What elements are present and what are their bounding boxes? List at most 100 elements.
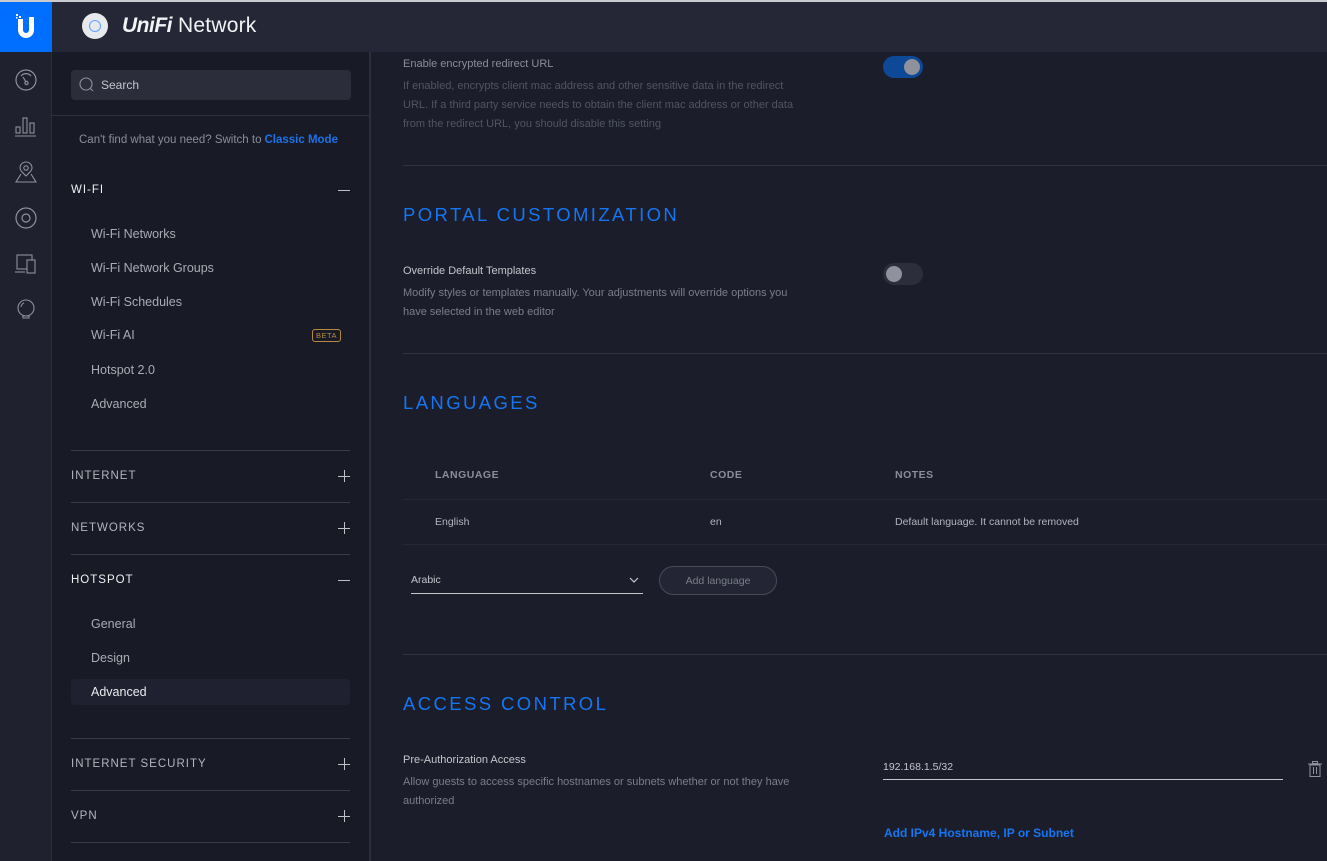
column-header-language: LANGUAGE [435,469,499,481]
divider [403,654,1327,655]
devices-circle-icon [15,207,37,229]
sidebar-item-wifi-network-groups[interactable]: Wi-Fi Network Groups [71,255,350,281]
group-networks[interactable]: NETWORKS [71,516,350,540]
section-title-access-control: ACCESS CONTROL [403,693,608,715]
column-header-code: CODE [710,469,742,481]
rail-map[interactable] [12,158,40,186]
trash-icon [1308,761,1322,777]
insights-bulb-icon [15,299,37,321]
sidebar-item-hotspot-general[interactable]: General [71,611,350,637]
sidebar-item-wifi-ai[interactable]: Wi-Fi AI BETA [71,322,350,348]
search-input[interactable] [101,78,341,92]
sidebar-item-label: Wi-Fi Networks [91,227,176,241]
section-title-languages: LANGUAGES [403,392,540,414]
group-internet[interactable]: INTERNET [71,464,350,488]
rail-clients[interactable] [12,250,40,278]
divider [71,450,350,451]
divider [403,165,1327,166]
divider [71,502,350,503]
section-title-portal-customization: PORTAL CUSTOMIZATION [403,204,679,226]
toggle-knob [904,59,920,75]
sidebar-item-hotspot-advanced[interactable]: Advanced [71,679,350,705]
rail-insights[interactable] [12,296,40,324]
sidebar-item-label: General [91,617,135,631]
language-select[interactable]: Arabic [411,567,643,594]
collapse-minus-icon [338,574,350,586]
table-divider [403,544,1327,545]
toggle-knob [886,266,902,282]
divider [71,790,350,791]
sidebar-item-label: Wi-Fi AI [91,328,135,342]
beta-badge: BETA [312,329,341,342]
main-content: Enable encrypted redirect URL If enabled… [371,52,1327,861]
group-label: VPN [71,810,98,822]
expand-plus-icon [338,522,350,534]
table-divider [403,499,1327,500]
clients-devices-icon [15,253,37,275]
sidebar-item-label: Wi-Fi Schedules [91,295,182,309]
sidebar-item-label: Hotspot 2.0 [91,363,155,377]
app-title-brand: UniFi [122,14,172,37]
group-label: INTERNET [71,470,137,482]
divider [52,115,369,116]
pre-authorization-description: Allow guests to access specific hostname… [403,773,803,811]
encrypted-redirect-title: Enable encrypted redirect URL [403,58,553,70]
group-wifi[interactable]: WI-FI [71,178,350,202]
classic-mode-link[interactable]: Classic Mode [264,134,338,146]
divider [71,554,350,555]
dashboard-gauge-icon [15,69,37,91]
pre-auth-entry-input[interactable] [883,756,1283,778]
add-ipv4-entry-link[interactable]: Add IPv4 Hostname, IP or Subnet [884,826,1074,840]
group-label: INTERNET SECURITY [71,758,207,770]
override-templates-title: Override Default Templates [403,265,536,277]
encrypted-redirect-toggle[interactable] [883,56,923,78]
rail-statistics[interactable] [12,112,40,140]
ubiquiti-u-logo-icon [13,13,39,41]
expand-plus-icon [338,810,350,822]
sidebar-item-wifi-schedules[interactable]: Wi-Fi Schedules [71,289,350,315]
pre-authorization-title: Pre-Authorization Access [403,754,526,766]
add-language-button[interactable]: Add language [659,566,777,595]
sidebar-item-wifi-networks[interactable]: Wi-Fi Networks [71,221,350,247]
map-pin-icon [15,161,37,183]
classic-mode-prompt: Can't find what you need? Switch toClass… [79,134,338,146]
ubiquiti-logo[interactable] [0,2,52,52]
rail-devices[interactable] [12,204,40,232]
divider [71,842,350,843]
code-cell: en [710,516,722,528]
icon-rail [0,52,52,861]
sidebar-item-hotspot-2[interactable]: Hotspot 2.0 [71,357,350,383]
sidebar-item-label: Advanced [91,685,147,699]
delete-entry-button[interactable] [1308,761,1322,777]
group-vpn[interactable]: VPN [71,804,350,828]
sidebar-item-label: Advanced [91,397,147,411]
statistics-bars-icon [15,115,37,137]
chevron-down-icon [629,577,639,583]
sidebar-item-label: Wi-Fi Network Groups [91,261,214,275]
column-header-notes: NOTES [895,469,934,481]
app-title: UniFi Network [122,14,256,38]
notes-cell: Default language. It cannot be removed [895,516,1079,528]
pre-auth-entry-field[interactable] [883,756,1283,780]
settings-sidebar: Can't find what you need? Switch toClass… [52,52,371,861]
sidebar-item-hotspot-design[interactable]: Design [71,645,350,671]
language-cell: English [435,516,469,528]
classic-mode-text: Can't find what you need? Switch to [79,134,261,146]
collapse-minus-icon [338,184,350,196]
divider [403,353,1327,354]
expand-plus-icon [338,470,350,482]
expand-plus-icon [338,758,350,770]
app-title-product: Network [178,14,256,37]
sidebar-item-wifi-advanced[interactable]: Advanced [71,391,350,417]
override-templates-toggle[interactable] [883,263,923,285]
divider [71,738,350,739]
group-internet-security[interactable]: INTERNET SECURITY [71,752,350,776]
group-label: HOTSPOT [71,574,134,586]
group-hotspot[interactable]: HOTSPOT [71,568,350,592]
top-header: UniFi Network [52,2,1327,52]
rail-dashboard[interactable] [12,66,40,94]
language-select-value: Arabic [411,574,441,586]
override-templates-description: Modify styles or templates manually. You… [403,284,803,322]
access-point-icon [82,13,108,39]
search-box[interactable] [71,70,351,100]
